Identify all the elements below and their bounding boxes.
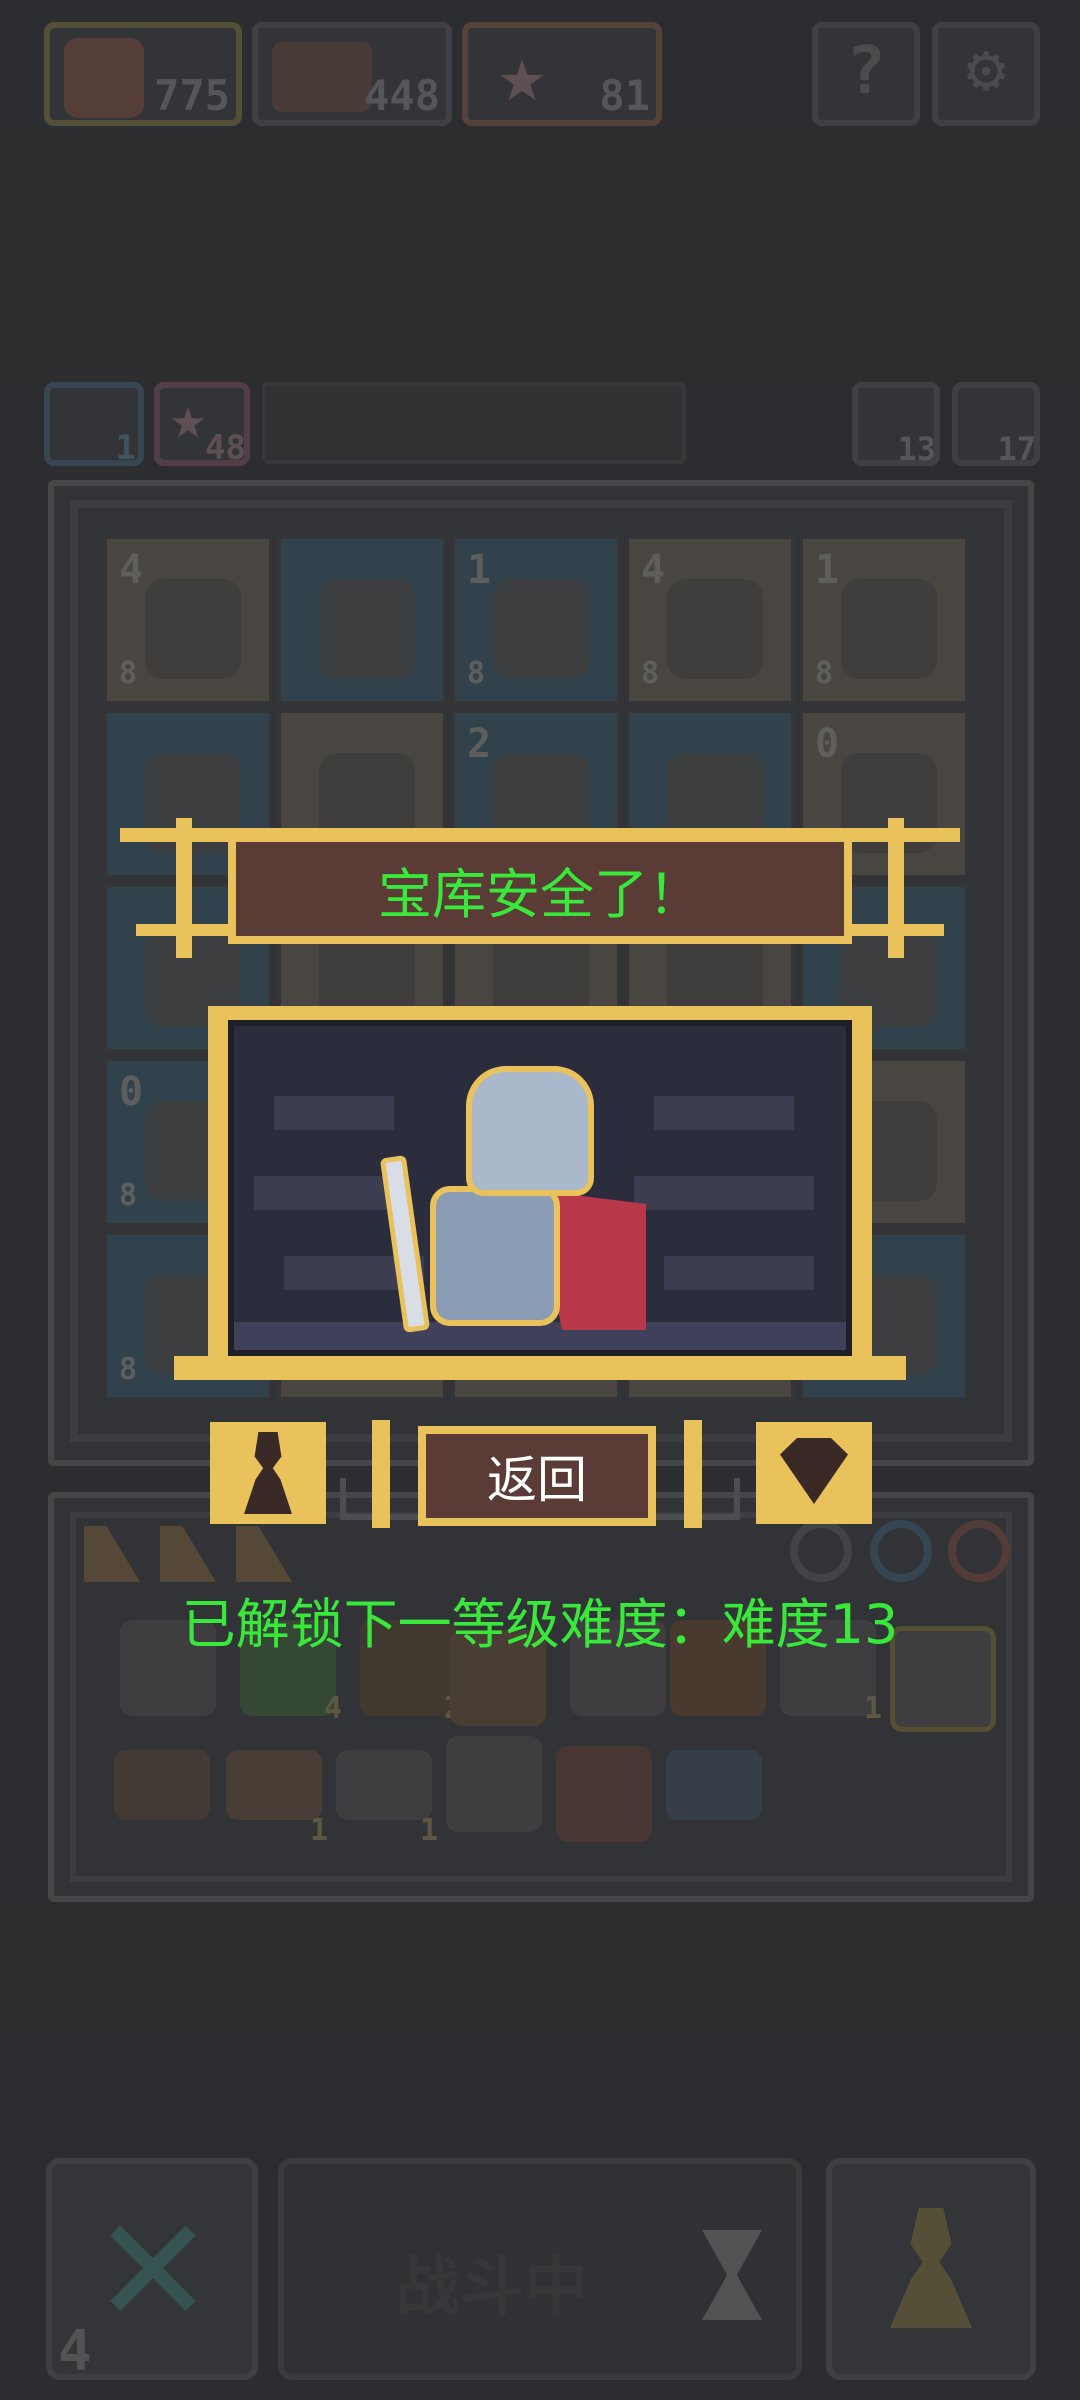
scene-floor (234, 1322, 846, 1350)
unlock-message: 已解锁下一等级难度：难度13 (181, 1593, 899, 1656)
gem-icon (780, 1438, 848, 1504)
knight-sword (379, 1155, 431, 1333)
title-banner-post-left (176, 818, 192, 958)
back-button-inner: 返回 (426, 1434, 648, 1518)
scene-base (174, 1356, 906, 1380)
wall-brick (634, 1176, 814, 1210)
back-button-label: 返回 (487, 1451, 587, 1509)
pawn-icon (244, 1432, 292, 1514)
wall-brick (274, 1096, 394, 1130)
pawn-button[interactable] (210, 1422, 326, 1524)
popup-title: 宝库安全了！ (378, 862, 702, 926)
title-banner-post-right (888, 818, 904, 958)
knight-body (430, 1186, 560, 1326)
knight-helmet (466, 1066, 594, 1196)
title-banner: 宝库安全了！ (228, 834, 852, 944)
wall-brick (254, 1176, 404, 1210)
wall-brick (654, 1096, 794, 1130)
back-button[interactable]: 返回 (418, 1426, 656, 1526)
title-banner-inner: 宝库安全了！ (236, 842, 844, 936)
wall-brick (664, 1256, 814, 1290)
gem-button[interactable] (756, 1422, 872, 1524)
back-button-wing-right (684, 1420, 702, 1528)
back-button-wing-left (372, 1420, 390, 1528)
scene-window (228, 1020, 852, 1356)
